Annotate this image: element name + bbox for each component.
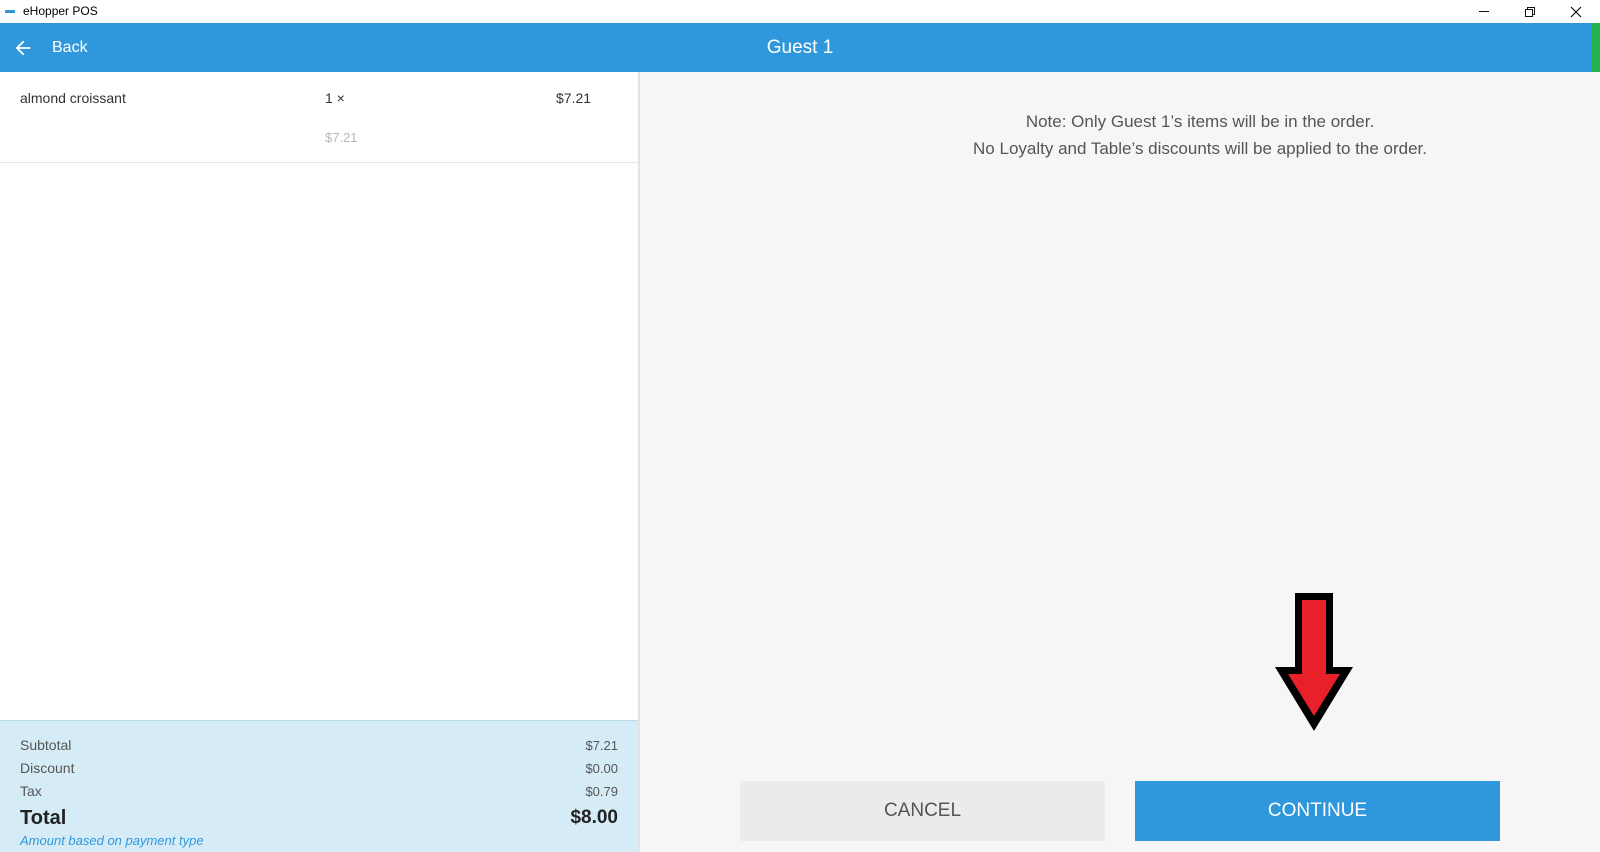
item-price: $7.21 [556, 90, 592, 106]
total-label: Total [20, 807, 67, 829]
window-title: eHopper POS [23, 4, 98, 18]
cancel-button[interactable]: CANCEL [740, 781, 1105, 841]
status-strip [1592, 23, 1600, 72]
tax-label: Tax [20, 783, 42, 799]
total-value: $8.00 [570, 807, 618, 828]
order-item-row[interactable]: almond croissant 1 × $7.21 $7.21 [0, 72, 638, 163]
restore-button[interactable] [1507, 0, 1553, 23]
minimize-button[interactable] [1461, 0, 1507, 23]
header-bar: Back Guest 1 [0, 23, 1600, 72]
continue-button[interactable]: CONTINUE [1135, 781, 1500, 841]
annotation-arrow-down-icon [1275, 593, 1353, 731]
back-label: Back [52, 38, 88, 56]
discount-value: $0.00 [585, 761, 618, 776]
restore-icon [1525, 6, 1535, 17]
arrow-left-icon [15, 40, 31, 55]
item-unit-price: $7.21 [325, 130, 358, 145]
order-panel: almond croissant 1 × $7.21 $7.21 Subtota… [0, 72, 640, 852]
page-title: Guest 1 [766, 37, 834, 58]
close-icon [1570, 6, 1582, 17]
back-button[interactable]: Back [12, 23, 88, 72]
minimize-icon [1479, 11, 1489, 12]
tax-value: $0.79 [585, 784, 618, 799]
total-note: Amount based on payment type [20, 833, 204, 848]
main-panel: Note: Only Guest 1’s items will be in th… [640, 72, 1600, 852]
note-text: Note: Only Guest 1’s items will be in th… [640, 108, 1600, 162]
item-name: almond croissant [20, 90, 126, 106]
subtotal-value: $7.21 [585, 738, 618, 753]
note-line-1: Note: Only Guest 1’s items will be in th… [1025, 112, 1375, 131]
item-quantity: 1 × [325, 90, 345, 106]
discount-label: Discount [20, 760, 75, 776]
note-line-2: No Loyalty and Table’s discounts will be… [973, 139, 1427, 158]
subtotal-label: Subtotal [20, 737, 72, 753]
app-icon [5, 10, 15, 13]
window-titlebar: eHopper POS [0, 0, 1600, 23]
close-button[interactable] [1553, 0, 1599, 23]
totals-panel: Subtotal $7.21 Discount $0.00 Tax $0.79 … [0, 720, 638, 852]
